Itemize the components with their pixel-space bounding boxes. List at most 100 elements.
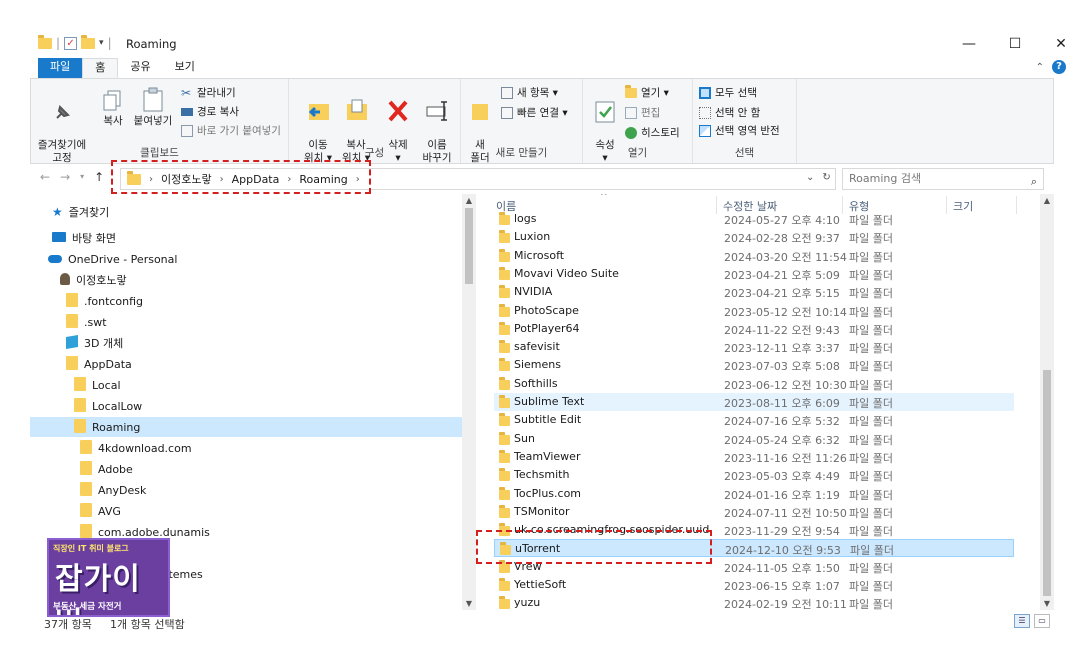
tree-item[interactable]: 바탕 화면 xyxy=(52,228,116,248)
tree-item[interactable]: OneDrive - Personal xyxy=(48,249,177,269)
select-all-label: 모두 선택 xyxy=(715,87,757,99)
file-row[interactable]: logs 2024-05-27 오후 4:10 파일 폴더 xyxy=(494,210,1014,228)
file-row[interactable]: Techsmith 2023-05-03 오후 4:49 파일 폴더 xyxy=(494,466,1014,484)
tree-item[interactable]: AnyDesk xyxy=(80,480,146,500)
tree-item[interactable]: 4kdownload.com xyxy=(80,438,192,458)
customize-dropdown-icon[interactable]: ▾ xyxy=(99,38,104,48)
scroll-down-icon[interactable]: ▼ xyxy=(1040,599,1054,608)
history-button[interactable]: 히스토리 xyxy=(625,125,680,140)
file-row[interactable]: PotPlayer64 2024-11-22 오전 9:43 파일 폴더 xyxy=(494,320,1014,338)
cut-label: 잘라내기 xyxy=(197,87,236,99)
file-type: 파일 폴더 xyxy=(849,451,893,465)
easy-access-button[interactable]: 빠른 연결 ▾ xyxy=(501,105,568,120)
large-icons-view-icon[interactable]: ▭ xyxy=(1034,614,1050,628)
file-row[interactable]: NVIDIA 2023-04-21 오후 5:15 파일 폴더 xyxy=(494,283,1014,301)
tree-item-label: AppData xyxy=(84,357,132,371)
file-row[interactable]: TSMonitor 2024-07-11 오전 10:50 파일 폴더 xyxy=(494,503,1014,521)
scroll-down-icon[interactable]: ▼ xyxy=(462,599,476,608)
file-row[interactable]: Softhills 2023-06-12 오전 10:30 파일 폴더 xyxy=(494,375,1014,393)
close-button[interactable]: ✕ xyxy=(1038,30,1084,58)
collapse-ribbon-icon[interactable]: ⌃ xyxy=(1036,62,1044,73)
tree-item[interactable]: 3D 개체 xyxy=(66,333,123,353)
new-group-label: 새로 만들기 xyxy=(495,147,548,159)
file-row[interactable]: Sublime Text 2023-08-11 오후 6:09 파일 폴더 xyxy=(494,393,1014,411)
tree-item[interactable]: LocalLow xyxy=(74,396,142,416)
tab-file[interactable]: 파일 xyxy=(38,58,83,78)
folder-icon xyxy=(499,376,510,390)
tree-item[interactable]: AppData xyxy=(66,354,132,374)
file-list-scrollbar[interactable]: ▲ ▼ xyxy=(1040,194,1054,610)
tree-item[interactable]: AVG xyxy=(80,501,121,521)
file-row[interactable]: Luxion 2024-02-28 오전 9:37 파일 폴더 xyxy=(494,228,1014,246)
tab-home[interactable]: 홈 xyxy=(82,58,119,78)
folder-icon xyxy=(74,376,86,394)
scissors-icon: ✂ xyxy=(181,85,192,100)
tree-item[interactable]: Adobe xyxy=(80,459,133,479)
copy-path-button[interactable]: 경로 복사 xyxy=(181,104,239,119)
file-row[interactable]: Siemens 2023-07-03 오후 5:08 파일 폴더 xyxy=(494,356,1014,374)
tree-item[interactable]: .fontconfig xyxy=(66,291,143,311)
edit-button[interactable]: 편집 xyxy=(625,105,660,120)
address-dropdown-icon[interactable]: ⌄ xyxy=(806,172,814,183)
file-type: 파일 폴더 xyxy=(849,415,893,429)
invert-selection-button[interactable]: 선택 영역 반전 xyxy=(699,123,780,138)
tree-item[interactable]: ★ 즐겨찾기 xyxy=(52,202,109,222)
file-row[interactable]: Subtitle Edit 2024-07-16 오후 5:32 파일 폴더 xyxy=(494,411,1014,429)
refresh-icon[interactable]: ↻ xyxy=(822,172,830,183)
column-divider[interactable] xyxy=(1016,196,1017,214)
paste-icon xyxy=(143,87,163,112)
minimize-button[interactable]: — xyxy=(946,30,992,58)
open-button[interactable]: 열기 ▾ xyxy=(625,84,669,100)
scroll-up-icon[interactable]: ▲ xyxy=(462,196,476,205)
select-all-button[interactable]: 모두 선택 xyxy=(699,85,757,100)
tree-item[interactable]: .swt xyxy=(66,312,107,332)
search-input[interactable]: Roaming 검색 ⌕ xyxy=(842,168,1044,190)
file-row[interactable]: TeamViewer 2023-11-16 오전 11:26 파일 폴더 xyxy=(494,448,1014,466)
new-folder-icon[interactable] xyxy=(81,34,96,49)
file-row[interactable]: safevisit 2023-12-11 오후 3:37 파일 폴더 xyxy=(494,338,1014,356)
file-modified-date: 2023-07-03 오후 5:08 xyxy=(724,360,840,374)
file-row[interactable]: YettieSoft 2023-06-15 오후 1:07 파일 폴더 xyxy=(494,576,1014,594)
search-icon[interactable]: ⌕ xyxy=(1031,172,1037,192)
paste-shortcut-button[interactable]: 바로 가기 붙여넣기 xyxy=(181,123,281,138)
properties-check-icon[interactable]: ✓ xyxy=(64,36,78,50)
divider: | xyxy=(107,36,112,50)
tree-item[interactable]: 이정호노랗 xyxy=(60,270,127,290)
scrollbar-thumb[interactable] xyxy=(465,208,473,284)
back-arrow-icon[interactable]: ← xyxy=(40,170,50,184)
history-icon xyxy=(625,126,637,139)
new-item-button[interactable]: 새 항목 ▾ xyxy=(501,85,558,100)
select-none-button[interactable]: 선택 안 함 xyxy=(699,105,760,120)
copy-label: 복사 xyxy=(103,115,123,127)
navigation-pane-scrollbar[interactable]: ▲ ▼ xyxy=(462,194,476,610)
file-row[interactable]: Movavi Video Suite 2023-04-21 오후 5:09 파일 폴… xyxy=(494,265,1014,283)
tab-view[interactable]: 보기 xyxy=(163,58,207,78)
new-item-icon xyxy=(501,86,513,99)
tree-item-label: 4kdownload.com xyxy=(98,441,192,455)
file-modified-date: 2024-01-16 오후 1:19 xyxy=(724,488,840,502)
file-type: 파일 폴더 xyxy=(849,598,893,610)
cut-button[interactable]: ✂ 잘라내기 xyxy=(181,85,236,100)
help-icon[interactable]: ? xyxy=(1052,60,1066,74)
scroll-up-icon[interactable]: ▲ xyxy=(1040,196,1054,205)
tree-item[interactable]: Local xyxy=(74,375,121,395)
details-view-icon[interactable]: ☰ xyxy=(1014,614,1030,628)
forward-arrow-icon[interactable]: → xyxy=(60,170,70,184)
tab-share[interactable]: 공유 xyxy=(118,58,162,78)
file-row[interactable]: TocPlus.com 2024-01-16 오후 1:19 파일 폴더 xyxy=(494,485,1014,503)
paste-button[interactable]: 붙여넣기 xyxy=(131,87,175,128)
tree-item-label: com.adobe.dunamis xyxy=(98,525,210,539)
file-row[interactable]: Microsoft 2024-03-20 오전 11:54 파일 폴더 xyxy=(494,247,1014,265)
recent-dropdown-icon[interactable]: ▾ xyxy=(80,172,84,184)
file-row[interactable]: yuzu 2024-02-19 오전 10:11 파일 폴더 xyxy=(494,594,1014,610)
file-name: safevisit xyxy=(514,340,560,354)
file-row[interactable]: Sun 2024-05-24 오후 6:32 파일 폴더 xyxy=(494,430,1014,448)
up-arrow-icon[interactable]: ↑ xyxy=(94,170,104,184)
maximize-button[interactable]: ☐ xyxy=(992,30,1038,58)
file-type: 파일 폴더 xyxy=(849,488,893,502)
scrollbar-thumb[interactable] xyxy=(1043,370,1051,596)
tree-item[interactable]: Roaming xyxy=(74,417,140,437)
file-modified-date: 2024-05-27 오후 4:10 xyxy=(724,214,840,227)
copy-button[interactable]: 복사 xyxy=(97,89,129,128)
file-row[interactable]: PhotoScape 2023-05-12 오전 10:14 파일 폴더 xyxy=(494,302,1014,320)
